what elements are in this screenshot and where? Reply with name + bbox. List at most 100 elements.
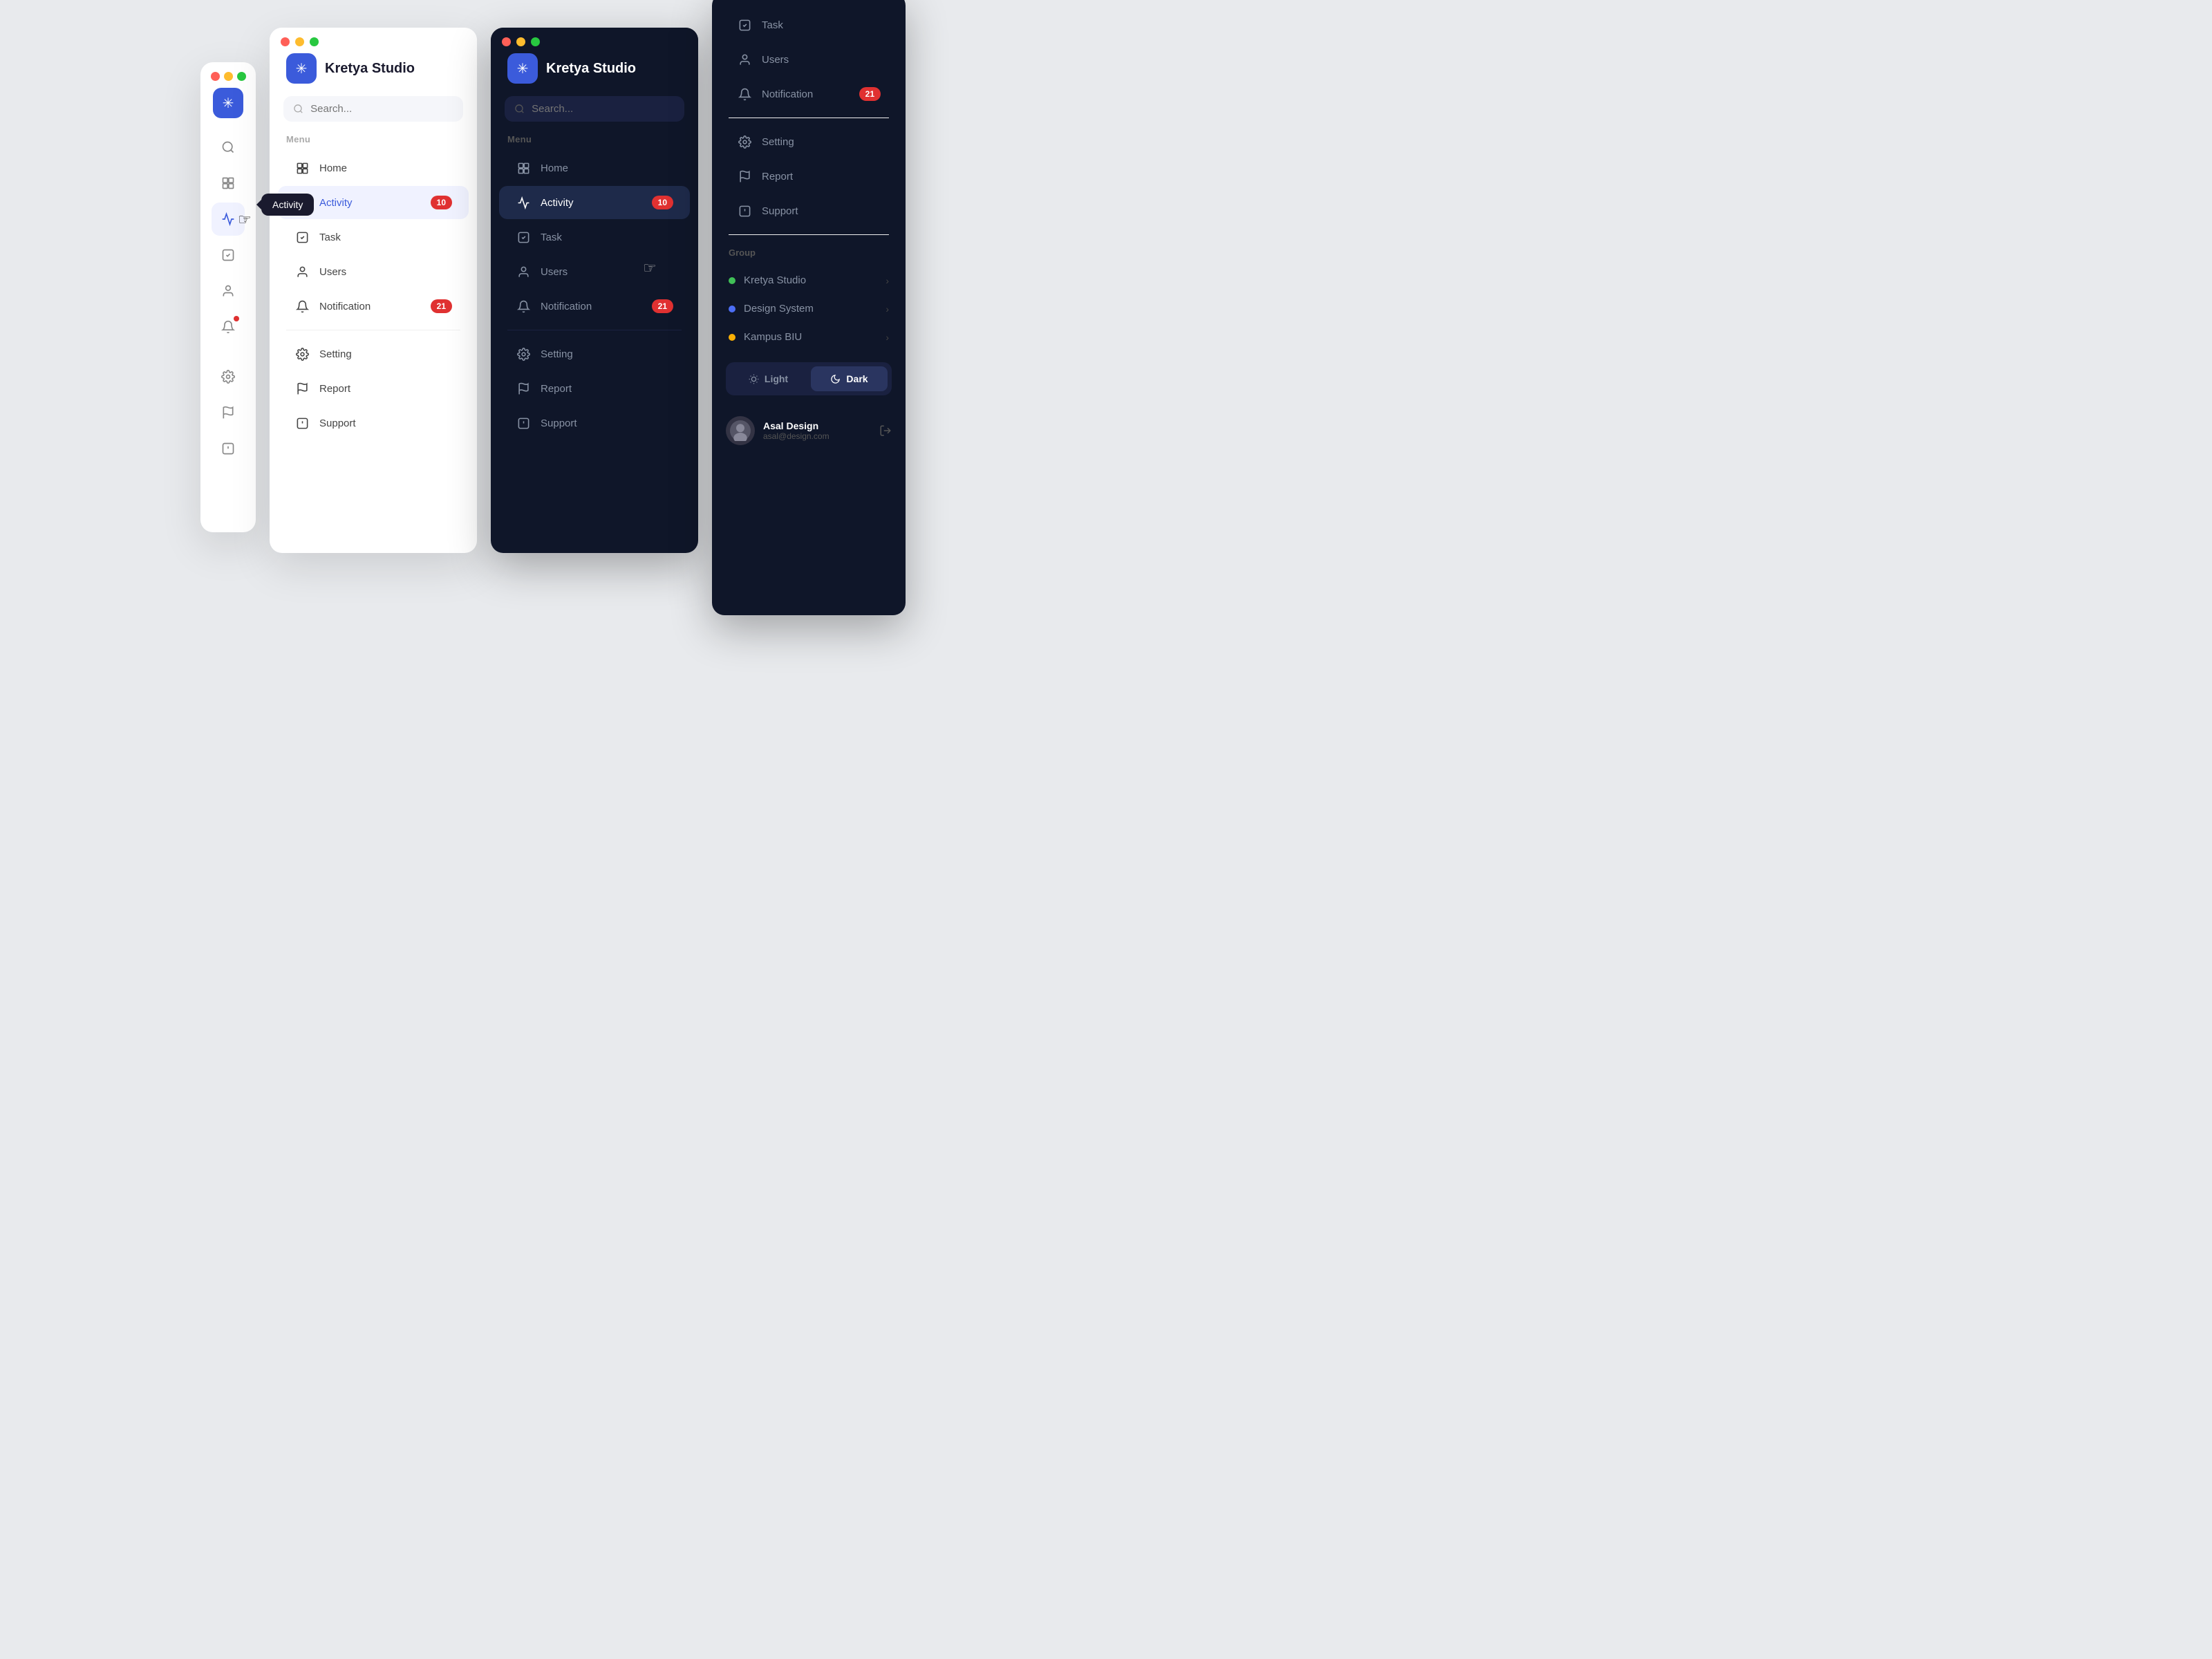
user-info: Asal Design asal@design.com [763,420,830,441]
nav-task-label-dark: Task [541,232,562,243]
nav-setting-light[interactable]: Setting [278,337,469,371]
search-box-dark[interactable] [505,96,684,122]
group-dot-kretya [729,277,735,284]
nav-home-light[interactable]: Home [278,151,469,185]
user-email: asal@design.com [763,431,830,441]
activity-tooltip: Activity [261,194,314,216]
rp-users[interactable]: Users [720,43,897,76]
mini-nav [200,131,256,465]
chevron-kretya: › [885,275,889,286]
rp-support-label: Support [762,205,798,217]
users-icon-dark [516,264,531,279]
group-kretya-label: Kretya Studio [744,274,806,286]
rp-task[interactable]: Task [720,8,897,41]
nav-report-label-dark: Report [541,383,572,395]
mini-nav-users[interactable] [212,274,245,308]
nav-notification-label-dark: Notification [541,301,592,312]
menu-label-dark: Menu [491,134,698,150]
nav-report-light[interactable]: Report [278,372,469,405]
theme-light-btn[interactable]: Light [730,366,807,391]
menu-label-light: Menu [270,134,477,150]
mini-nav-home[interactable] [212,167,245,200]
rp-setting-label: Setting [762,136,794,148]
task-icon-light [294,229,310,245]
rp-users-icon [737,52,752,67]
dot-red [281,37,290,46]
titlebar-mini [211,72,246,88]
dot-green-dark [531,37,540,46]
dot-yellow-dark [516,37,525,46]
sidebar-light: ✳ Kretya Studio Menu Home Activity 10 Ta… [270,28,477,553]
notification-dot [234,316,239,321]
mini-nav-support[interactable] [212,432,245,465]
mini-nav-setting[interactable] [212,360,245,393]
dot-red [211,72,220,81]
notification-badge-light: 21 [431,299,452,313]
mini-nav-search[interactable] [212,131,245,164]
nav-task-dark[interactable]: Task [499,221,690,254]
nav-support-label-dark: Support [541,418,577,429]
nav-support-light[interactable]: Support [278,406,469,440]
app-icon-mini: ✳ [213,88,243,118]
nav-home-label-light: Home [319,162,347,174]
rp-report-label: Report [762,171,793,182]
theme-dark-label: Dark [846,373,868,384]
dot-yellow [295,37,304,46]
activity-badge-light: 10 [431,196,452,209]
search-box-light[interactable] [283,96,463,122]
nav-task-label-light: Task [319,232,341,243]
rp-notification-label: Notification [762,88,813,100]
rp-setting-icon [737,134,752,149]
theme-dark-btn[interactable]: Dark [811,366,888,391]
nav-users-dark[interactable]: Users [499,255,690,288]
search-input-light[interactable] [310,103,453,115]
group-kretya[interactable]: Kretya Studio › [712,266,906,294]
mini-nav-task[interactable] [212,238,245,272]
nav-setting-label-light: Setting [319,348,352,360]
rp-divider-2 [729,234,889,235]
titlebar-dark [491,28,698,53]
search-input-dark[interactable] [532,103,675,115]
group-design[interactable]: Design System › [712,294,906,323]
mini-nav-notification[interactable] [212,310,245,344]
nav-home-label-dark: Home [541,162,568,174]
user-name: Asal Design [763,420,830,431]
user-avatar [726,416,755,445]
nav-report-dark[interactable]: Report [499,372,690,405]
dot-yellow [224,72,233,81]
nav-support-label-light: Support [319,418,356,429]
nav-home-dark[interactable]: Home [499,151,690,185]
rp-support[interactable]: Support [720,194,897,227]
nav-task-light[interactable]: Task [278,221,469,254]
app-icon-light: ✳ [286,53,317,84]
logout-icon[interactable] [879,424,892,437]
bell-icon-light [294,299,310,314]
nav-notification-dark[interactable]: Notification 21 [499,290,690,323]
dot-green [237,72,246,81]
rp-notification-badge: 21 [859,87,881,101]
nav-users-light[interactable]: Users [278,255,469,288]
mini-nav-activity[interactable] [212,203,245,236]
rp-notification[interactable]: Notification 21 [720,77,897,111]
titlebar-light [270,28,477,53]
group-dot-kampus [729,334,735,341]
bell-icon-dark [516,299,531,314]
nav-support-dark[interactable]: Support [499,406,690,440]
group-dot-design [729,306,735,312]
nav-notification-light[interactable]: Notification 21 [278,290,469,323]
group-kampus[interactable]: Kampus BIU › [712,323,906,351]
rp-task-label: Task [762,19,783,31]
nav-setting-label-dark: Setting [541,348,573,360]
rp-bell-icon [737,86,752,102]
chevron-kampus: › [885,332,889,343]
home-icon-dark [516,160,531,176]
nav-activity-dark[interactable]: Activity 10 [499,186,690,219]
nav-users-label-dark: Users [541,266,568,278]
home-icon-light [294,160,310,176]
activity-icon-dark [516,195,531,210]
rp-setting[interactable]: Setting [720,125,897,158]
nav-setting-dark[interactable]: Setting [499,337,690,371]
mini-nav-report[interactable] [212,396,245,429]
report-icon-dark [516,381,531,396]
rp-report[interactable]: Report [720,160,897,193]
